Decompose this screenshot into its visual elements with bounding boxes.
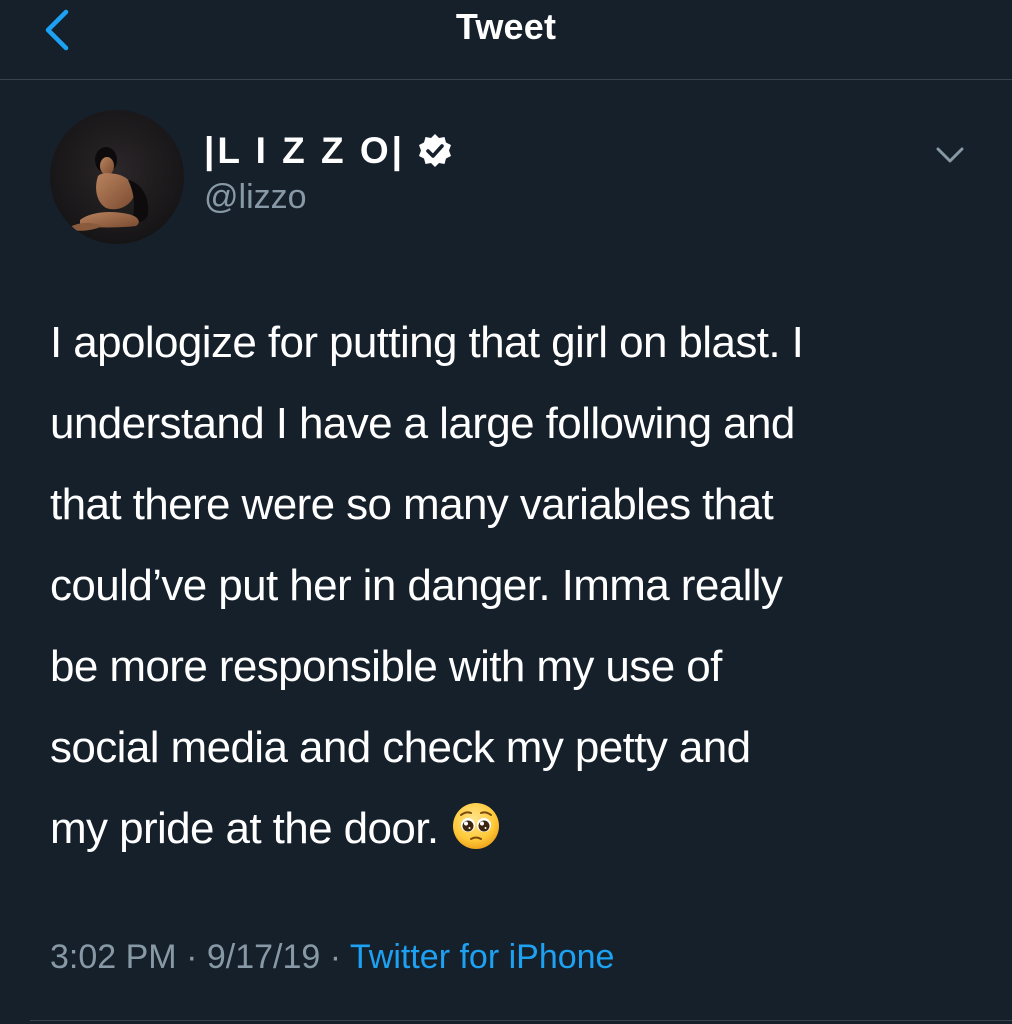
divider	[30, 1020, 1012, 1021]
tweet-date: 9/17/19	[206, 938, 321, 976]
tweet-text-line: social media and check my petty and	[50, 723, 751, 772]
tweet-text-line: be more responsible with my use of	[50, 642, 722, 691]
author-handle[interactable]: @lizzo	[204, 178, 307, 217]
author-name-row[interactable]: |L I Z Z O|	[204, 128, 453, 174]
tweet-text-line: my pride at the door.	[50, 804, 439, 853]
author-display-name[interactable]: |L I Z Z O|	[204, 130, 405, 172]
tweet-text-line: could’ve put her in danger. Imma really	[50, 561, 783, 610]
tweet-text: I apologize for putting that girl on bla…	[50, 302, 970, 869]
meta-separator: ·	[176, 938, 207, 976]
tweet-time: 3:02 PM	[50, 938, 177, 976]
verified-badge-icon	[417, 133, 453, 169]
tweet-text-line: understand I have a large following and	[50, 399, 795, 448]
chevron-down-icon	[936, 147, 964, 163]
tweet-menu-button[interactable]	[930, 140, 970, 170]
tweet-text-line: that there were so many variables that	[50, 480, 774, 529]
avatar[interactable]	[50, 110, 184, 244]
tweet-metadata: 3:02 PM · 9/17/19 · Twitter for iPhone	[50, 938, 614, 977]
pleading-face-emoji	[451, 801, 501, 851]
meta-separator: ·	[320, 938, 350, 976]
page-title: Tweet	[455, 6, 557, 47]
tweet-source-link[interactable]: Twitter for iPhone	[350, 938, 615, 976]
tweet-last-line: my pride at the door.	[50, 788, 970, 869]
top-navigation-bar: Tweet	[0, 0, 1012, 80]
tweet-text-line: I apologize for putting that girl on bla…	[50, 318, 804, 367]
